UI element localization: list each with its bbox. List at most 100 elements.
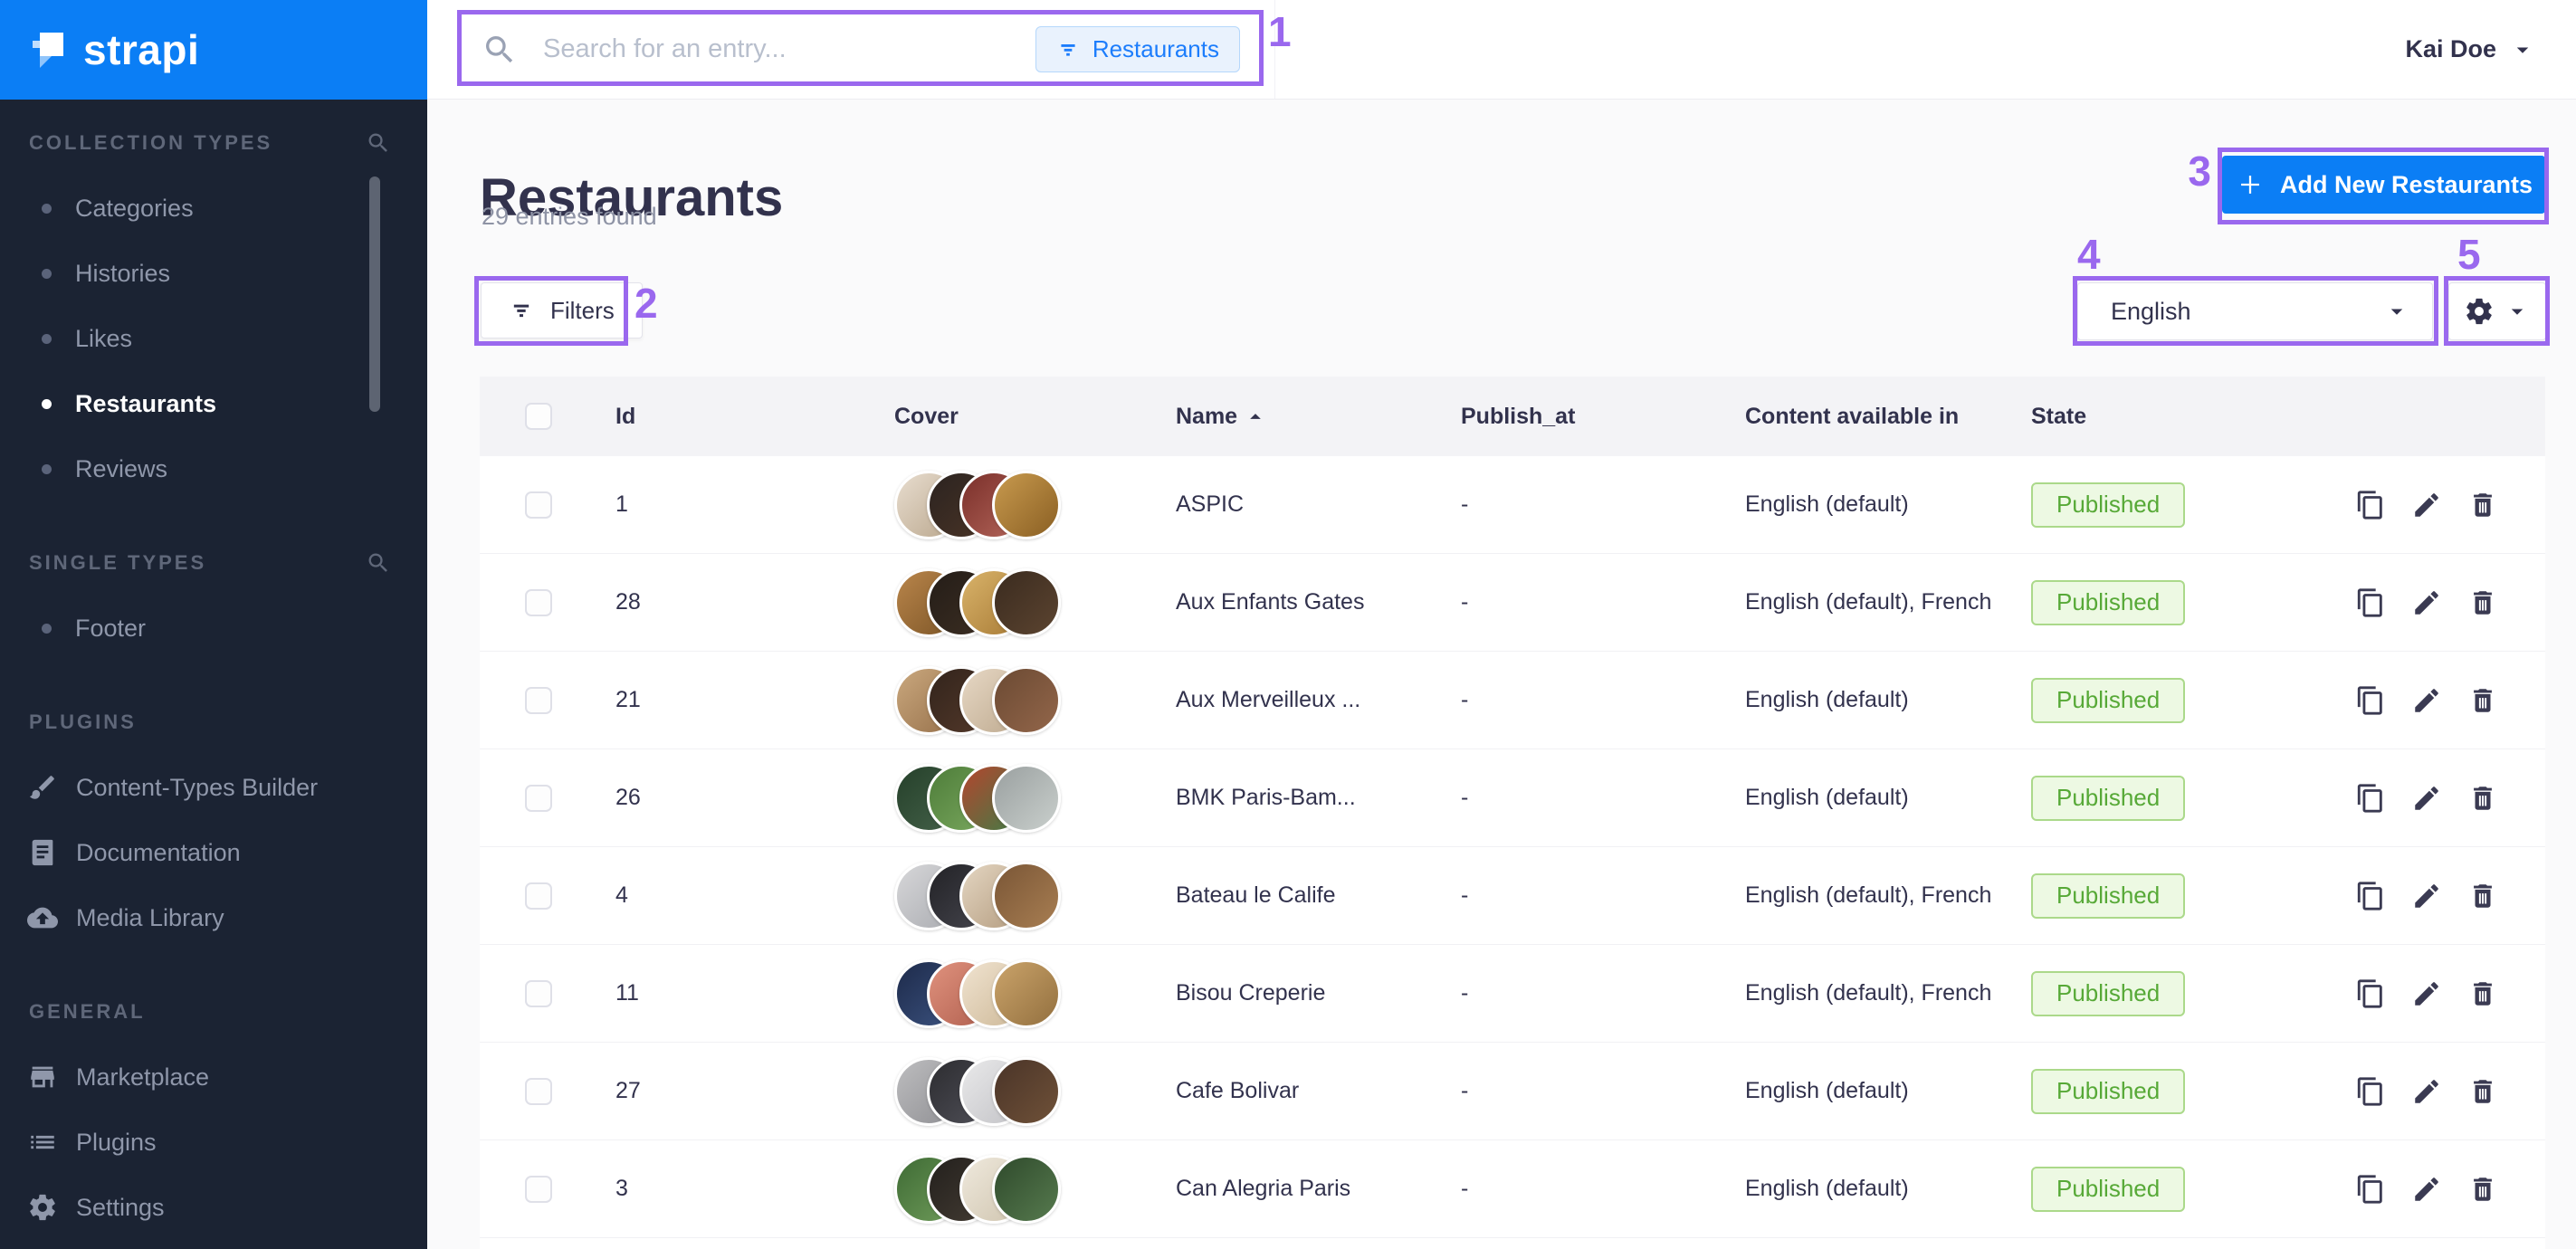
- add-new-restaurants-button[interactable]: Add New Restaurants: [2222, 156, 2545, 214]
- sidebar-item-plugins[interactable]: Plugins: [0, 1110, 427, 1175]
- sidebar-item-documentation[interactable]: Documentation: [0, 820, 427, 885]
- duplicate-icon[interactable]: [2355, 881, 2386, 911]
- cell-id: 1: [615, 491, 894, 518]
- sidebar-item-settings[interactable]: Settings: [0, 1175, 427, 1240]
- duplicate-icon[interactable]: [2355, 1174, 2386, 1205]
- column-header-id[interactable]: Id: [615, 404, 894, 430]
- delete-icon[interactable]: [2467, 1174, 2498, 1205]
- delete-icon[interactable]: [2467, 1076, 2498, 1107]
- duplicate-icon[interactable]: [2355, 1076, 2386, 1107]
- search-collection-chip[interactable]: Restaurants: [1035, 26, 1240, 72]
- sidebar-scrollbar[interactable]: [369, 176, 380, 412]
- edit-icon[interactable]: [2411, 490, 2442, 520]
- delete-icon[interactable]: [2467, 587, 2498, 618]
- settings-dropdown-button[interactable]: [2448, 282, 2546, 340]
- cover-thumbnails: [894, 568, 1176, 637]
- status-badge: Published: [2031, 482, 2185, 528]
- search-icon[interactable]: [366, 130, 391, 156]
- table-row[interactable]: 11Bisou Creperie-English (default), Fren…: [480, 945, 2545, 1043]
- column-header-state[interactable]: State: [2031, 404, 2352, 430]
- cell-publish-at: -: [1461, 491, 1745, 518]
- row-checkbox[interactable]: [525, 1078, 552, 1105]
- duplicate-icon[interactable]: [2355, 490, 2386, 520]
- duplicate-icon[interactable]: [2355, 783, 2386, 814]
- row-checkbox[interactable]: [525, 687, 552, 714]
- edit-icon[interactable]: [2411, 587, 2442, 618]
- entries-table: Id Cover Name Publish_at Content availab…: [480, 377, 2545, 1249]
- sidebar-item-label: Histories: [75, 260, 170, 288]
- edit-icon[interactable]: [2411, 1076, 2442, 1107]
- sort-ascending-icon: [1243, 404, 1268, 429]
- search-icon[interactable]: [366, 550, 391, 576]
- sidebar-item-likes[interactable]: Likes: [0, 306, 427, 371]
- edit-icon[interactable]: [2411, 783, 2442, 814]
- sidebar-item-reviews[interactable]: Reviews: [0, 436, 427, 501]
- row-checkbox[interactable]: [525, 589, 552, 616]
- row-checkbox[interactable]: [525, 491, 552, 519]
- sidebar-item-restaurants[interactable]: Restaurants: [0, 371, 427, 436]
- table-row[interactable]: 4Bateau le Calife-English (default), Fre…: [480, 847, 2545, 945]
- table-header-row: Id Cover Name Publish_at Content availab…: [480, 377, 2545, 456]
- bullet-icon: [42, 204, 52, 214]
- edit-icon[interactable]: [2411, 978, 2442, 1009]
- filters-button[interactable]: Filters: [481, 282, 643, 338]
- sidebar-item-media-library[interactable]: Media Library: [0, 885, 427, 950]
- search-icon: [482, 32, 518, 68]
- row-checkbox[interactable]: [525, 980, 552, 1007]
- filter-bars-icon: [1056, 38, 1080, 62]
- sidebar-item-marketplace[interactable]: Marketplace: [0, 1044, 427, 1110]
- cell-content-available-in: English (default): [1745, 785, 2031, 811]
- duplicate-icon[interactable]: [2355, 685, 2386, 716]
- sidebar: strapi COLLECTION TYPES Categories Histori…: [0, 0, 427, 1249]
- sidebar-item-footer[interactable]: Footer: [0, 596, 427, 661]
- edit-icon[interactable]: [2411, 685, 2442, 716]
- sidebar-item-label: Plugins: [76, 1129, 157, 1157]
- row-checkbox[interactable]: [525, 785, 552, 812]
- cell-name: Aux Merveilleux ...: [1176, 687, 1461, 713]
- edit-icon[interactable]: [2411, 1174, 2442, 1205]
- cell-name: Cafe Bolivar: [1176, 1078, 1461, 1104]
- table-row[interactable]: 26BMK Paris-Bam...-English (default)Publ…: [480, 749, 2545, 847]
- row-checkbox[interactable]: [525, 882, 552, 910]
- sidebar-item-categories[interactable]: Categories: [0, 176, 427, 241]
- table-row[interactable]: 28Aux Enfants Gates-English (default), F…: [480, 554, 2545, 652]
- table-body: 1ASPIC-English (default)Published28Aux E…: [480, 456, 2545, 1238]
- strapi-logo[interactable]: strapi: [0, 0, 427, 100]
- user-name: Kai Doe: [2405, 35, 2496, 63]
- locale-select[interactable]: English: [2077, 282, 2433, 340]
- sidebar-section-label: SINGLE TYPES: [29, 551, 206, 575]
- column-header-content-available-in[interactable]: Content available in: [1745, 404, 2031, 430]
- gear-icon: [27, 1192, 58, 1223]
- sidebar-item-histories[interactable]: Histories: [0, 241, 427, 306]
- user-menu[interactable]: Kai Doe: [2405, 35, 2576, 63]
- strapi-logo-text: strapi: [83, 25, 199, 74]
- delete-icon[interactable]: [2467, 881, 2498, 911]
- cell-publish-at: -: [1461, 785, 1745, 811]
- sidebar-item-content-types-builder[interactable]: Content-Types Builder: [0, 755, 427, 820]
- sidebar-item-label: Documentation: [76, 839, 241, 867]
- column-header-cover[interactable]: Cover: [894, 404, 1176, 430]
- column-header-publish-at[interactable]: Publish_at: [1461, 404, 1745, 430]
- select-all-checkbox[interactable]: [525, 403, 552, 430]
- row-checkbox[interactable]: [525, 1176, 552, 1203]
- table-row[interactable]: 27Cafe Bolivar-English (default)Publishe…: [480, 1043, 2545, 1140]
- delete-icon[interactable]: [2467, 685, 2498, 716]
- duplicate-icon[interactable]: [2355, 978, 2386, 1009]
- cover-thumbnails: [894, 862, 1176, 930]
- sidebar-section-label: COLLECTION TYPES: [29, 131, 272, 155]
- cell-publish-at: -: [1461, 589, 1745, 615]
- edit-icon[interactable]: [2411, 881, 2442, 911]
- duplicate-icon[interactable]: [2355, 587, 2386, 618]
- table-row[interactable]: 21Aux Merveilleux ...-English (default)P…: [480, 652, 2545, 749]
- column-header-name[interactable]: Name: [1176, 404, 1461, 430]
- delete-icon[interactable]: [2467, 490, 2498, 520]
- strapi-logo-icon: [27, 30, 67, 70]
- cover-thumbnails: [894, 1155, 1176, 1224]
- cover-thumbnails: [894, 666, 1176, 735]
- sidebar-item-label: Marketplace: [76, 1063, 209, 1092]
- table-row[interactable]: 1ASPIC-English (default)Published: [480, 456, 2545, 554]
- delete-icon[interactable]: [2467, 783, 2498, 814]
- search-input[interactable]: [541, 33, 1035, 65]
- table-row[interactable]: 3Can Alegria Paris-English (default)Publ…: [480, 1140, 2545, 1238]
- delete-icon[interactable]: [2467, 978, 2498, 1009]
